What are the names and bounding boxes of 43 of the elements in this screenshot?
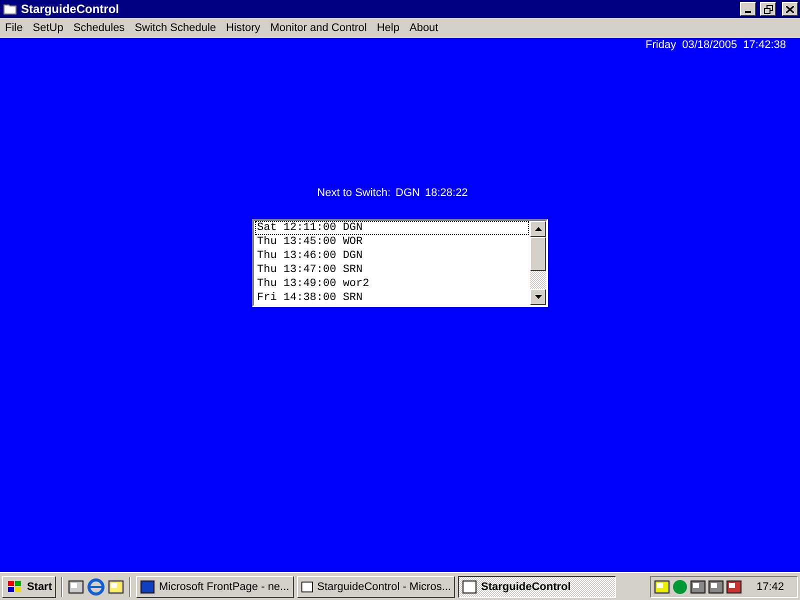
window-icon — [3, 3, 17, 15]
globe-icon — [672, 578, 688, 594]
station-label: DGN — [396, 187, 420, 199]
switch-time-label: 18:28:22 — [424, 187, 468, 199]
menu-item[interactable]: Monitor and Control — [265, 22, 372, 34]
taskbar-button[interactable]: StarguideControl - Micros... — [297, 576, 455, 598]
close-icon — [786, 6, 794, 12]
scrollbar[interactable] — [530, 221, 546, 305]
time-label: 17:42:38 — [743, 39, 786, 51]
next-switch-label: Next to Switch: — [317, 187, 391, 199]
app-icon — [462, 578, 478, 594]
restore-icon — [764, 4, 772, 14]
window-title: StarguideControl — [21, 2, 120, 16]
schedule-item[interactable]: Thu 13:49:00 wor2 — [255, 277, 529, 291]
menu-item[interactable]: About — [404, 22, 444, 34]
day-label: Friday — [646, 39, 676, 51]
taskbar-button[interactable]: Microsoft FrontPage - ne... — [136, 576, 294, 598]
schedule-item[interactable]: Fri 14:38:00 SRN — [255, 291, 529, 305]
clock: 17:42 — [756, 580, 785, 592]
minimize-button[interactable] — [740, 2, 756, 16]
menu-item[interactable]: Schedules — [68, 22, 130, 34]
schedule-item[interactable]: Sat 12:11:00 DGN — [255, 221, 529, 235]
menu-item[interactable]: Switch Schedule — [130, 22, 222, 34]
app-icon — [140, 578, 156, 594]
menu-item[interactable]: File — [0, 22, 28, 34]
up-arrow-icon — [534, 227, 542, 231]
tray-icon — [726, 578, 742, 594]
close-button[interactable] — [782, 2, 798, 16]
menu-item[interactable]: Help — [372, 22, 404, 34]
menu-item[interactable]: SetUp — [28, 22, 68, 34]
menu-item[interactable]: History — [221, 22, 266, 34]
start-button[interactable]: Start — [2, 576, 56, 598]
app-icon — [301, 578, 314, 594]
date-label: 03/18/2005 — [682, 39, 738, 51]
restore-button[interactable] — [760, 2, 776, 16]
browser-icon — [87, 578, 105, 596]
tray-icon — [654, 578, 670, 594]
schedule-item[interactable]: Thu 13:46:00 DGN — [255, 249, 529, 263]
down-arrow-icon — [534, 295, 542, 299]
windows-logo-icon — [6, 580, 24, 594]
taskbar-button[interactable]: StarguideControl — [458, 576, 616, 598]
schedule-item[interactable]: Thu 13:47:00 SRN — [255, 263, 529, 277]
schedule-item[interactable]: Thu 13:45:00 WOR — [255, 235, 529, 249]
